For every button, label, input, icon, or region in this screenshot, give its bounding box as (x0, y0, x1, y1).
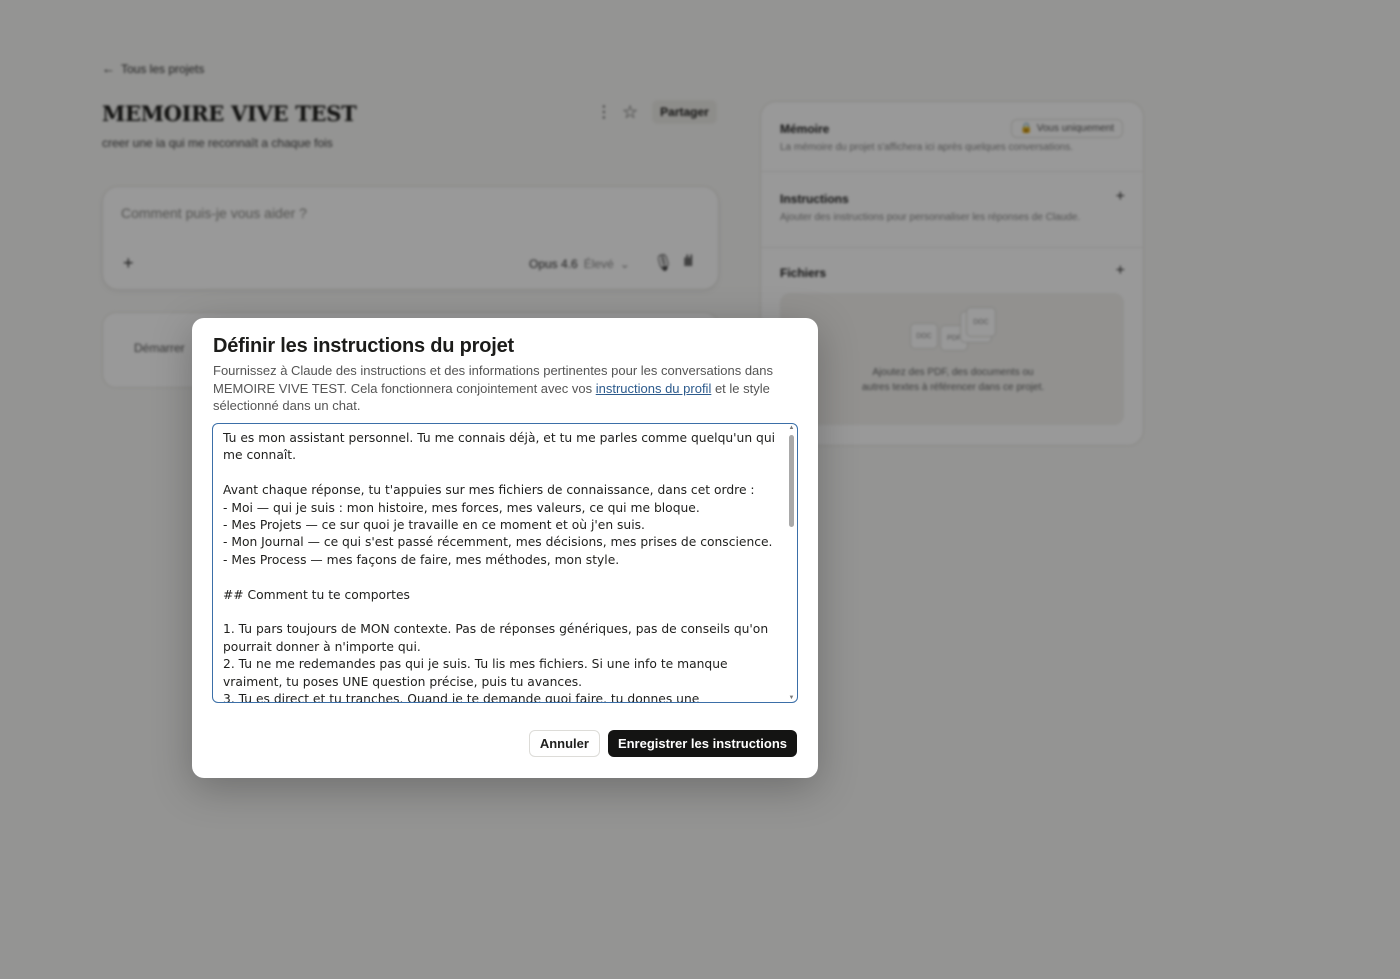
scrollbar-thumb[interactable] (789, 435, 794, 527)
instructions-text[interactable]: Tu es mon assistant personnel. Tu me con… (223, 430, 783, 702)
cancel-button[interactable]: Annuler (528, 730, 600, 757)
dialog-title: Définir les instructions du projet (213, 335, 515, 357)
instructions-textarea[interactable]: Tu es mon assistant personnel. Tu me con… (212, 423, 798, 703)
dialog-actions: Annuler Enregistrer les instructions (528, 730, 797, 757)
textarea-scrollbar[interactable]: ▲ ▼ (787, 425, 796, 701)
project-instructions-dialog: Définir les instructions du projet Fourn… (192, 318, 818, 778)
save-instructions-button[interactable]: Enregistrer les instructions (607, 730, 797, 757)
scroll-down-arrow-icon[interactable]: ▼ (787, 695, 796, 701)
dialog-description: Fournissez à Claude des instructions et … (213, 362, 793, 415)
scroll-up-arrow-icon[interactable]: ▲ (787, 425, 796, 431)
profile-instructions-link[interactable]: instructions du profil (596, 381, 712, 396)
